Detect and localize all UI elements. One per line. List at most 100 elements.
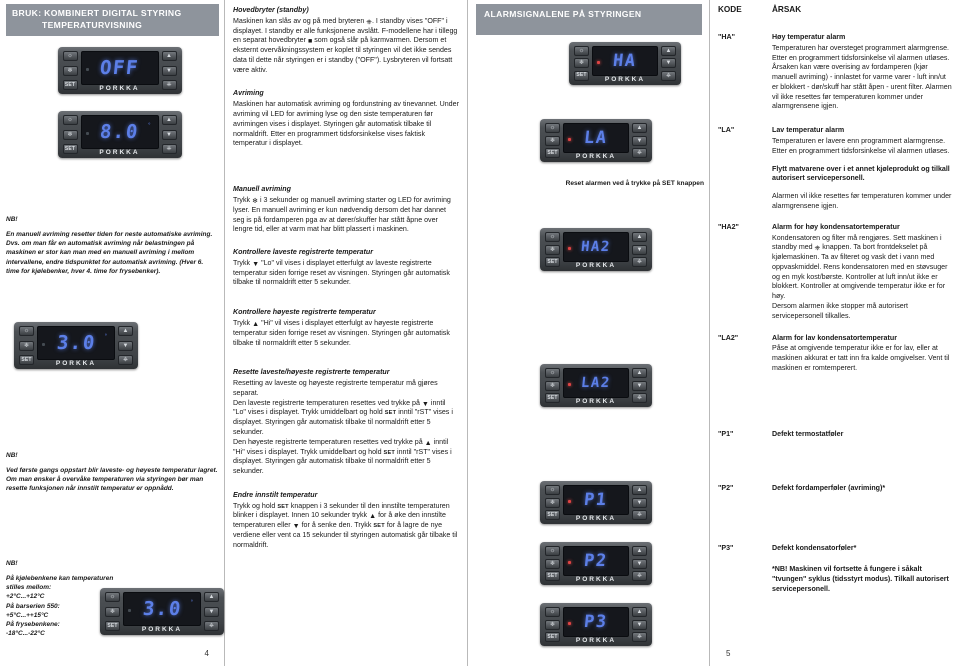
alarm-code: "P3" — [718, 544, 734, 553]
arrow-up-icon: ▲ — [424, 438, 432, 447]
arrow-up-icon: ▲ — [369, 512, 377, 521]
alarm-display-p1-wrap: ☼ ❄ SET P1 ▲ ▼ ⎈ PORKKA — [540, 481, 652, 524]
note-body: Ved første gangs oppstart blir laveste- … — [6, 467, 218, 493]
arrow-up-icon[interactable]: ▲ — [204, 592, 219, 602]
arrow-down-icon[interactable]: ▼ — [632, 380, 647, 391]
note-title: NB! — [6, 560, 18, 567]
alarm-display-p2-wrap: ☼ ❄ SET P2 ▲ ▼ ⎈ PORKKA — [540, 542, 652, 585]
arrow-down-icon: ▼ — [292, 522, 300, 531]
middle-column: Hovedbryter (standby) Maskinen kan slås … — [225, 0, 468, 666]
arrow-up-icon[interactable]: ▲ — [632, 123, 647, 133]
text-part: Trykk — [233, 318, 251, 327]
light-icon[interactable]: ☼ — [545, 123, 560, 133]
arrow-down-icon[interactable]: ▼ — [632, 244, 647, 255]
table-row: "P3" Defekt kondensatorføler* *NB! Maski… — [718, 544, 954, 594]
arrow-up-icon[interactable]: ▲ — [632, 546, 647, 556]
arrow-down-icon[interactable]: ▼ — [118, 340, 133, 351]
alarm-display-la-wrap: ☼ ❄ SET LA ▲ ▼ ⎈ PORKKA — [540, 119, 652, 162]
display-value: OFF — [98, 57, 141, 80]
controller-screen: HA2 — [563, 232, 629, 262]
light-icon[interactable]: ☼ — [545, 232, 560, 242]
alarm-code: "P2" — [718, 484, 734, 493]
note-block-2: NB! Ved første gangs oppstart blir laves… — [6, 452, 218, 494]
alarm-code: "P1" — [718, 429, 734, 438]
heading-change-setpoint: Endre innstilt temperatur — [233, 490, 318, 499]
arrow-up-icon[interactable]: ▲ — [632, 607, 647, 617]
controller-display-80-wrap: ☼ ❄ SET 8.0 ° ▲ ▼ ⎈ PORKKA — [0, 111, 225, 159]
light-icon[interactable]: ☼ — [62, 51, 78, 62]
text-part: knappen — [676, 180, 704, 187]
arrow-up-icon[interactable]: ▲ — [632, 232, 647, 242]
alarm-bold-note: Flytt matvarene over i et annet kjølepro… — [772, 164, 950, 183]
light-icon[interactable]: ☼ — [574, 45, 589, 56]
brand-logo: PORKKA — [575, 153, 617, 160]
alarm-footnote: *NB! Maskinen vil fortsette å fungere i … — [772, 565, 949, 593]
alarm-table-column: KODE ÅRSAK "HA" Høy temperatur alarm Tem… — [710, 0, 960, 666]
controller-screen: 3.0 ° — [37, 326, 115, 360]
defrost-snowflake-icon[interactable]: ❄ — [62, 65, 78, 76]
arrow-up-icon[interactable]: ▲ — [118, 326, 133, 336]
arrow-up-icon[interactable]: ▲ — [161, 51, 177, 62]
defrost-snowflake-icon[interactable]: ❄ — [545, 497, 560, 508]
alarm-description: Defekt termostatføler — [772, 430, 954, 441]
defrost-snowflake-icon[interactable]: ❄ — [105, 606, 120, 617]
paragraph-reset-highest: Den høyeste registrerte temperaturen res… — [233, 438, 459, 477]
arrow-down-icon[interactable]: ▼ — [161, 65, 177, 76]
arrow-up-icon[interactable]: ▲ — [161, 115, 177, 126]
controller-screen: 8.0 ° — [80, 115, 159, 150]
controller-display-30b: ☼ ❄ SET 3.0 ° ▲ ▼ ⎈ PORKKA — [100, 588, 224, 635]
heading-manual-defrost: Manuell avriming — [233, 185, 291, 194]
light-icon[interactable]: ☼ — [545, 546, 560, 556]
defrost-snowflake-icon[interactable]: ❄ — [574, 58, 589, 69]
text-part: Trykk og hold — [233, 501, 276, 510]
arrow-up-icon[interactable]: ▲ — [632, 485, 647, 495]
text-part: "Lo" vil vises i displayet etterfulgt av… — [233, 258, 450, 287]
defrost-snowflake-icon[interactable]: ❄ — [19, 340, 34, 351]
alarm-display-p1: ☼ ❄ SET P1 ▲ ▼ ⎈ PORKKA — [540, 481, 652, 524]
paragraph-reset-intro: Resetting av laveste og høyeste registre… — [233, 379, 438, 397]
banner-line-2: TEMPERATURVISNING — [42, 19, 143, 30]
alarm-led — [85, 68, 89, 72]
text-part: knappen. Ta bort frontdekselet på kjølem… — [772, 243, 948, 301]
defrost-snowflake-icon[interactable]: ❄ — [545, 619, 560, 630]
alarm-code: "LA2" — [718, 333, 739, 342]
arrow-down-icon[interactable]: ▼ — [161, 129, 177, 140]
controller-display-off-wrap: ☼ ❄ SET OFF ▲ ▼ ⎈ PORKKA — [0, 47, 225, 95]
arrow-down-icon[interactable]: ▼ — [632, 497, 647, 508]
note-block-1: NB! En manuell avriming resetter tiden f… — [6, 216, 218, 276]
defrost-snowflake-icon[interactable]: ❄ — [62, 129, 78, 140]
brand-logo: PORKKA — [604, 75, 646, 83]
alarm-led — [42, 343, 45, 346]
arrow-up-icon[interactable]: ▲ — [661, 45, 676, 56]
alarm-title: Alarm for lav kondensatortemperatur — [772, 333, 897, 342]
heading-check-lowest: Kontrollere laveste registrerte temperat… — [233, 248, 373, 257]
set-key-label: SET — [373, 523, 385, 530]
light-icon[interactable]: ☼ — [545, 485, 560, 495]
light-icon[interactable]: ☼ — [62, 115, 78, 126]
alarm-body: Kondensatoren og filter må rengjøres. Se… — [772, 234, 954, 302]
light-icon[interactable]: ☼ — [105, 592, 120, 602]
brand-logo: PORKKA — [575, 637, 617, 644]
light-icon[interactable]: ☼ — [545, 368, 560, 378]
alarm-title: Defekt fordamperføler (avriming)* — [772, 484, 886, 493]
light-icon[interactable]: ☼ — [19, 326, 34, 336]
section-banner-alarms: ALARMSIGNALENE PÅ STYRINGEN — [476, 4, 702, 35]
arrow-up-icon[interactable]: ▲ — [632, 368, 647, 378]
arrow-down-icon[interactable]: ▼ — [204, 606, 219, 617]
arrow-down-icon[interactable]: ▼ — [632, 619, 647, 630]
paragraph-manual-defrost: Trykk ❄ i 3 sekunder og manuell avriming… — [233, 196, 459, 235]
defrost-snowflake-icon[interactable]: ❄ — [545, 380, 560, 391]
arrow-down-icon[interactable]: ▼ — [632, 558, 647, 569]
alarm-reset-caption: Reset alarmen ved å trykke på SET knappe… — [468, 180, 704, 187]
defrost-snowflake-icon[interactable]: ❄ — [545, 244, 560, 255]
table-row: "LA2" Alarm for lav kondensatortemperatu… — [718, 334, 954, 374]
arrow-down-icon[interactable]: ▼ — [632, 135, 647, 146]
heading-reset-minmax: Resette laveste/høyeste registrerte temp… — [233, 368, 390, 377]
defrost-snowflake-icon[interactable]: ❄ — [545, 135, 560, 146]
alarm-title: Høy temperatur alarm — [772, 33, 846, 41]
alarm-display-la2: ☼ ❄ SET LA2 ▲ ▼ ⎈ PORKKA — [540, 364, 652, 407]
arrow-down-icon[interactable]: ▼ — [661, 58, 676, 69]
light-icon[interactable]: ☼ — [545, 607, 560, 617]
defrost-snowflake-icon[interactable]: ❄ — [545, 558, 560, 569]
controller-screen: P1 — [563, 485, 629, 515]
